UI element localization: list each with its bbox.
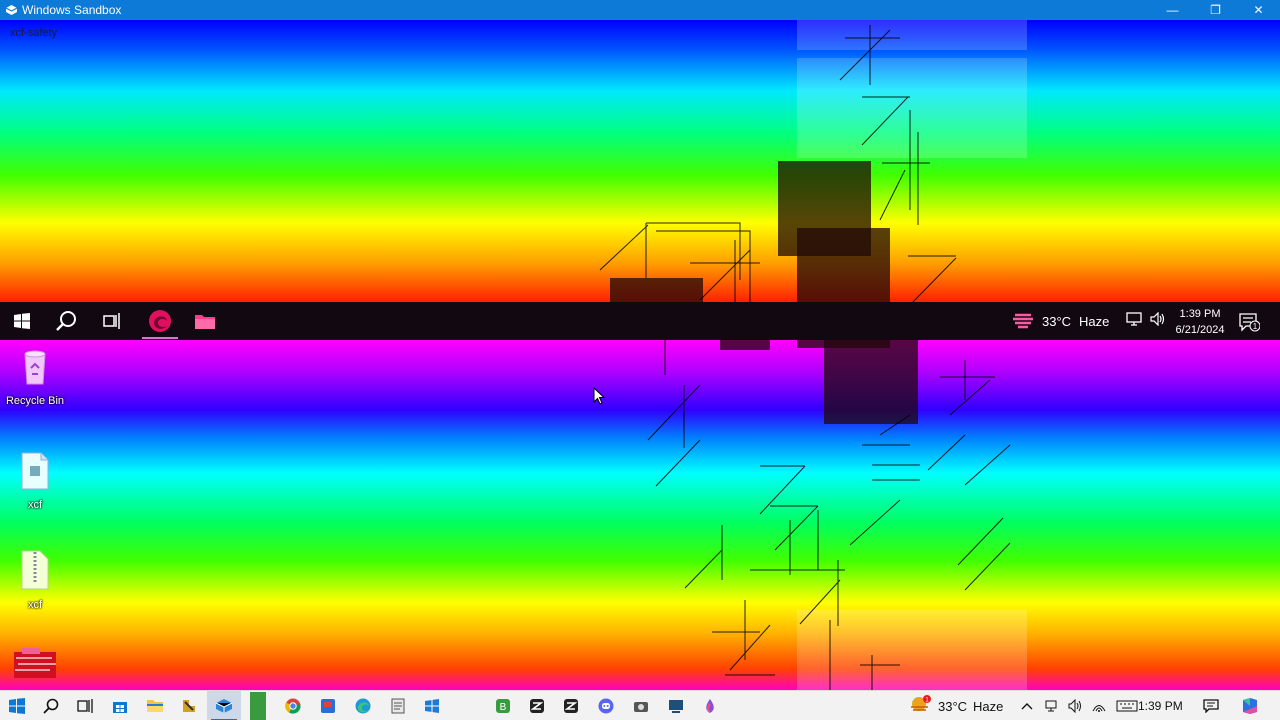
sandbox-user-label: xcf-safety	[10, 27, 58, 39]
restore-button[interactable]: ❐	[1194, 0, 1237, 20]
keyboard-tray-icon[interactable]	[1114, 691, 1140, 720]
network-icon[interactable]	[1126, 311, 1142, 331]
desktop-icon-recycle-bin[interactable]: Recycle Bin	[0, 350, 70, 407]
sandbox-date: 6/21/2024	[1175, 324, 1225, 336]
zip-file-icon	[20, 550, 50, 595]
notification-center-icon[interactable]: 1	[1238, 312, 1261, 332]
c-app-icon[interactable]	[520, 691, 554, 720]
desktop-icon-label: xcf	[27, 499, 43, 511]
desktop-icon-label: Recycle Bin	[5, 395, 65, 407]
b-app-icon[interactable]: B	[486, 691, 520, 720]
sandbox-app-icon	[4, 3, 18, 17]
glitched-icon	[12, 646, 58, 687]
action-center-icon[interactable]	[1200, 691, 1222, 720]
sandbox-clock[interactable]: 1:39 PM 6/21/2024	[1172, 306, 1228, 338]
weather-temp: 33°C	[938, 698, 968, 714]
desktop-icon-label: xcf	[27, 599, 43, 611]
terminal-app-icon[interactable]	[241, 691, 275, 720]
recycle-bin-icon	[17, 350, 53, 391]
file-explorer-icon[interactable]	[183, 302, 227, 340]
svg-text:B: B	[500, 702, 507, 713]
window-title: Windows Sandbox	[22, 3, 122, 17]
windows-start-icon[interactable]	[0, 302, 44, 340]
discord-app-icon[interactable]	[589, 691, 623, 720]
sandbox-taskbar-app-icon[interactable]	[207, 691, 241, 720]
notepad-app-icon[interactable]	[381, 691, 415, 720]
chevron-up-icon[interactable]	[1018, 691, 1036, 720]
minimize-button[interactable]: —	[1151, 0, 1194, 20]
search-button[interactable]	[34, 691, 68, 720]
sandbox-time: 1:39 PM	[1179, 308, 1221, 320]
task-view-button[interactable]	[68, 691, 102, 720]
svg-text:1: 1	[1253, 322, 1258, 331]
haze-sun-icon: 1	[908, 694, 932, 718]
window-titlebar: Windows Sandbox — ❐ ✕	[0, 0, 1280, 20]
file-icon	[19, 452, 51, 495]
weather-condition: Haze	[973, 698, 1004, 714]
sandbox-weather-condition: Haze	[1079, 313, 1110, 329]
host-taskbar: B 1 33°C Haze 1:39 PM	[0, 690, 1280, 720]
haze-weather-icon	[1012, 311, 1034, 332]
paint-app-icon[interactable]	[693, 691, 727, 720]
toolbox-app-icon[interactable]	[172, 691, 206, 720]
start-button[interactable]	[0, 691, 34, 720]
file-explorer-app-icon[interactable]	[138, 691, 172, 720]
close-button[interactable]: ✕	[1237, 0, 1280, 20]
edge-icon[interactable]	[138, 302, 182, 340]
camera-app-icon[interactable]	[624, 691, 658, 720]
desktop-icon-glitched[interactable]	[0, 646, 70, 687]
task-view-icon[interactable]	[90, 302, 134, 340]
windows-app-icon[interactable]	[415, 691, 449, 720]
search-icon[interactable]	[45, 302, 89, 340]
sandbox-weather-widget[interactable]: 33°C Haze	[1012, 302, 1109, 340]
d-app-icon[interactable]	[554, 691, 588, 720]
glitched-wallpaper-bottom	[0, 340, 1280, 690]
weather-widget[interactable]: 1 33°C Haze	[908, 691, 1003, 720]
clock[interactable]: 1:39 PM	[1138, 691, 1183, 720]
network-tray-icon[interactable]	[1042, 691, 1060, 720]
active-app-indicator	[142, 337, 178, 339]
sandbox-desktop: xcf-safety 33°C Haze 1:39 PM 6/21/2024 1…	[0, 20, 1280, 690]
sandbox-weather-temp: 33°C	[1042, 313, 1072, 329]
wifi-tray-icon[interactable]	[1090, 691, 1108, 720]
chrome-app-icon[interactable]	[276, 691, 310, 720]
volume-icon[interactable]	[1150, 311, 1166, 331]
mouse-cursor-icon	[593, 386, 606, 410]
glitched-wallpaper-top	[0, 20, 1280, 302]
edge-app-icon[interactable]	[346, 691, 380, 720]
store-app-icon[interactable]	[103, 691, 137, 720]
remote-app-icon[interactable]	[659, 691, 693, 720]
desktop-icon-xcf-file[interactable]: xcf	[0, 452, 70, 511]
app-icon[interactable]	[311, 691, 345, 720]
sandbox-taskbar: 33°C Haze 1:39 PM 6/21/2024 1	[0, 302, 1280, 340]
desktop-icon-xcf-zip[interactable]: xcf	[0, 550, 70, 611]
copilot-icon[interactable]	[1236, 691, 1264, 720]
volume-tray-icon[interactable]	[1066, 691, 1084, 720]
